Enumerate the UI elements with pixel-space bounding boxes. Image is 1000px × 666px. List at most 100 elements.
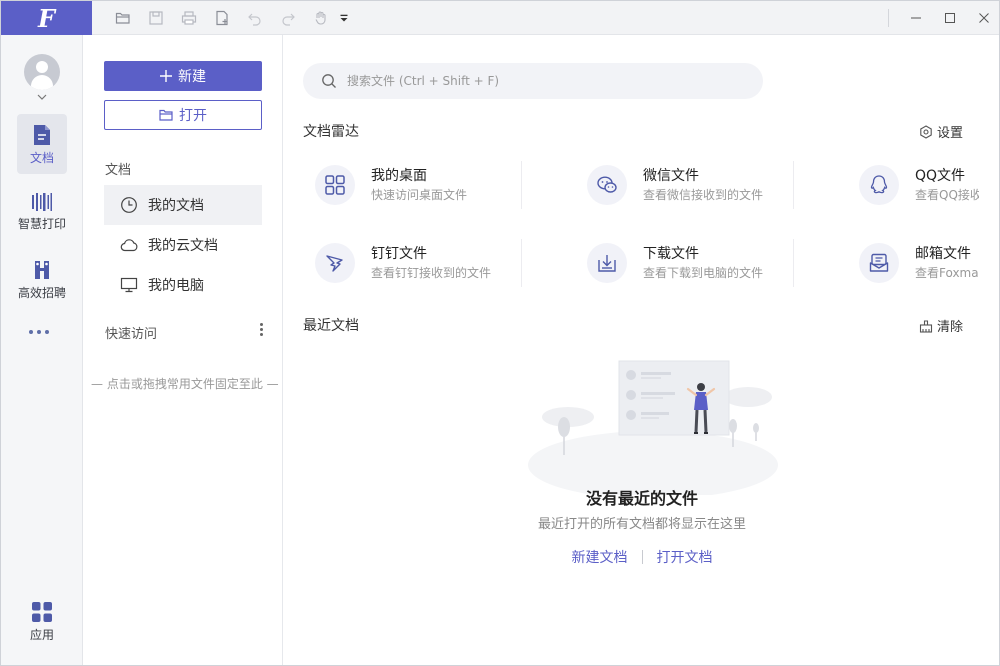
rail-item-label: 应用 (29, 628, 54, 642)
app-window: F 文档 智慧打印 高效招聘 应用 新建 打开 文档 我的文档 我的云文档 我的… (0, 0, 1000, 666)
nav-panel: 新建 打开 文档 我的文档 我的云文档 我的电脑 快速访问 — 点击或拖拽常用文… (83, 35, 283, 665)
desktop-grid-icon (315, 165, 355, 205)
empty-state-illustration (528, 360, 778, 495)
rail-item-label: 文档 (29, 151, 54, 165)
search-input[interactable] (347, 74, 727, 88)
radar-card-desktop[interactable]: 我的桌面 快速访问桌面文件 (315, 155, 565, 215)
new-button-label: 新建 (178, 69, 206, 85)
radar-card-title: 微信文件 (643, 168, 699, 184)
settings-button[interactable]: 设置 (919, 122, 963, 141)
clear-label: 清除 (936, 320, 963, 335)
nav-item-label: 我的云文档 (148, 238, 218, 254)
radar-card-desc: 查看QQ接收 (915, 188, 979, 202)
radar-card-wechat[interactable]: 微信文件 查看微信接收到的文件 (587, 155, 837, 215)
avatar[interactable] (24, 54, 60, 90)
empty-state-subtitle: 最近打开的所有文档都将显示在这里 (537, 517, 746, 532)
docs-section-title: 文档 (105, 163, 132, 178)
nav-item-my-cloud-documents[interactable]: 我的云文档 (104, 225, 262, 265)
broom-icon (919, 319, 933, 333)
apps-grid-icon (32, 602, 52, 622)
open-button[interactable]: 打开 (104, 100, 262, 130)
rail-item-recruit[interactable]: 高效招聘 (17, 259, 67, 301)
monitor-icon (120, 277, 138, 293)
window-controls-divider (888, 9, 889, 27)
radar-card-title: 我的桌面 (371, 168, 427, 184)
kebab-menu-icon[interactable] (260, 323, 263, 336)
radar-card-title: 邮箱文件 (915, 246, 971, 262)
redo-icon[interactable] (271, 1, 304, 35)
close-icon[interactable] (967, 1, 999, 35)
app-logo-text: F (37, 3, 56, 33)
avatar-head (36, 61, 48, 73)
new-file-icon[interactable] (205, 1, 238, 35)
minimize-icon[interactable] (899, 1, 933, 35)
rail-item-apps[interactable]: 应用 (17, 601, 67, 643)
hand-tool-icon[interactable] (304, 1, 337, 35)
mailbox-icon (859, 243, 899, 283)
radar-divider (521, 161, 522, 209)
clear-button[interactable]: 清除 (919, 316, 963, 335)
new-document-link[interactable]: 新建文档 (572, 547, 628, 567)
cloud-icon (120, 239, 138, 252)
wechat-icon (587, 165, 627, 205)
more-icon[interactable] (29, 330, 49, 334)
radar-card-desc: 快速访问桌面文件 (371, 188, 468, 202)
download-icon (587, 243, 627, 283)
customize-dropdown-icon[interactable] (337, 1, 351, 35)
radar-card-desc: 查看下载到电脑的文件 (643, 266, 764, 280)
pin-hint-text: 点击或拖拽常用文件固定至此 (106, 377, 263, 391)
quick-toolbar (106, 1, 351, 35)
save-icon[interactable] (139, 1, 172, 35)
gear-icon (920, 124, 932, 139)
rail-item-label: 高效招聘 (17, 286, 66, 300)
radar-card-desc: 查看微信接收到的文件 (643, 188, 764, 202)
empty-state-title: 没有最近的文件 (585, 489, 698, 508)
app-logo: F (1, 1, 92, 35)
undo-icon[interactable] (238, 1, 271, 35)
radar-card-mailbox[interactable]: 邮箱文件 查看Foxmai (859, 233, 979, 293)
nav-item-my-computer[interactable]: 我的电脑 (104, 265, 262, 305)
title-bar: F (1, 1, 999, 35)
empty-state-links: 新建文档 打开文档 (283, 547, 999, 567)
qq-icon (859, 165, 899, 205)
settings-label: 设置 (936, 126, 963, 141)
radar-divider (521, 239, 522, 287)
radar-card-desc: 查看Foxmai (915, 266, 979, 280)
window-controls (899, 1, 999, 35)
rail-item-label: 智慧打印 (17, 217, 66, 231)
main-area: 文档雷达 设置 我的桌面 快速访问桌面文件 微信文件 查看微信接收到的文件 (283, 35, 999, 665)
radar-divider (793, 239, 794, 287)
clock-icon (121, 197, 137, 213)
new-button[interactable]: 新建 (104, 61, 262, 91)
pin-hint: — 点击或拖拽常用文件固定至此 — (91, 377, 279, 391)
radar-card-desc: 查看钉钉接收到的文件 (371, 266, 492, 280)
open-button-label: 打开 (179, 108, 207, 124)
open-document-link[interactable]: 打开文档 (657, 547, 713, 567)
recruit-icon (35, 261, 49, 279)
maximize-icon[interactable] (933, 1, 967, 35)
nav-item-my-documents[interactable]: 我的文档 (104, 185, 262, 225)
rail-item-documents[interactable]: 文档 (17, 114, 67, 174)
folder-icon (159, 109, 173, 121)
radar-card-download[interactable]: 下载文件 查看下载到电脑的文件 (587, 233, 837, 293)
avatar-body (31, 75, 53, 90)
plus-icon (160, 70, 172, 82)
open-folder-icon[interactable] (106, 1, 139, 35)
radar-divider (793, 161, 794, 209)
search-icon (322, 74, 336, 88)
radar-section-title: 文档雷达 (303, 124, 359, 140)
smart-print-icon (32, 193, 52, 211)
chevron-down-icon[interactable] (37, 93, 47, 101)
radar-card-dingtalk[interactable]: 钉钉文件 查看钉钉接收到的文件 (315, 233, 565, 293)
print-icon[interactable] (172, 1, 205, 35)
radar-card-qq[interactable]: QQ文件 查看QQ接收 (859, 155, 979, 215)
link-divider (641, 550, 643, 564)
nav-item-label: 我的文档 (148, 198, 204, 214)
dingtalk-icon (315, 243, 355, 283)
document-icon (34, 125, 50, 145)
search-bar[interactable] (303, 63, 763, 99)
rail-item-smart-print[interactable]: 智慧打印 (17, 192, 67, 232)
quick-access-title: 快速访问 (105, 327, 158, 342)
recent-section-title: 最近文档 (303, 318, 359, 334)
nav-item-label: 我的电脑 (148, 278, 204, 294)
